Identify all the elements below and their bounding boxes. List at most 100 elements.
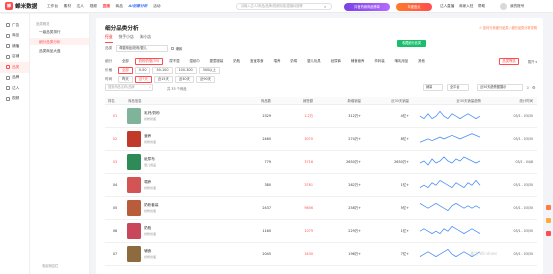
product-name[interactable]: 纸尿布: [144, 157, 156, 162]
filter-chip[interactable]: 近7天: [134, 76, 152, 83]
sub-item-market[interactable]: 品类商品大盘: [30, 45, 89, 55]
filter-chip[interactable]: 全部: [118, 67, 133, 74]
product-thumbnail[interactable]: [127, 222, 141, 239]
sort-select[interactable]: 销量: [423, 84, 443, 91]
filter-chip[interactable]: 尿不湿: [165, 58, 183, 65]
link-merchant[interactable]: 商家入驻: [459, 4, 473, 9]
filter-chip[interactable]: 100-300: [174, 67, 197, 74]
product-name[interactable]: 奶粉套装: [144, 203, 158, 208]
filter-chip[interactable]: 奶瓶: [229, 58, 244, 65]
nav-activity[interactable]: 活动: [153, 4, 160, 9]
filter-chip[interactable]: 全部: [118, 58, 133, 65]
float-feedback-icon[interactable]: [546, 218, 551, 223]
search-icon[interactable]: ⌕: [149, 85, 151, 89]
nav-live[interactable]: 直播: [103, 4, 110, 9]
filter-chip[interactable]: 哺乳用品: [391, 58, 413, 65]
rail-item-goods[interactable]: 商品: [0, 31, 29, 42]
collapse-sidebar-button[interactable]: 收起侧边栏: [42, 263, 58, 268]
product-cell[interactable]: 奶瓶 奶粉奶瓶: [125, 219, 235, 243]
product-thumbnail[interactable]: [127, 199, 141, 216]
nav-workbench[interactable]: 工作台: [47, 4, 58, 9]
product-cell[interactable]: 营养 奶粉奶瓶: [125, 127, 235, 151]
export-icon[interactable]: ⇩: [526, 85, 531, 90]
product-thumbnail[interactable]: [127, 245, 141, 262]
filter-chip[interactable]: 昨天: [118, 76, 133, 83]
rail-item-spread[interactable]: 铺播: [0, 41, 29, 52]
rail-item-video[interactable]: 视频: [0, 94, 29, 105]
rail-item-ads[interactable]: 广告: [0, 20, 29, 31]
filter-chip[interactable]: 喂养: [270, 58, 285, 65]
table-row[interactable]: 03 纸尿布 婴儿用品 779 3716 2650万+ 2650万+ 03/1 …: [105, 150, 537, 174]
filter-chip[interactable]: 奶粉奶瓶(35): [134, 58, 164, 65]
trend-select[interactable]: 近30天趋势图展示: [477, 84, 523, 91]
rail-item-shop[interactable]: 店铺: [0, 52, 29, 63]
filter-chip[interactable]: 近90天: [195, 76, 216, 83]
filter-chip[interactable]: 奶嘴: [286, 58, 301, 65]
user-avatar[interactable]: [500, 3, 507, 10]
nav-goods[interactable]: 商品: [116, 4, 123, 9]
product-name[interactable]: 奶瓶: [144, 226, 156, 231]
rail-item-category[interactable]: 品类: [0, 62, 29, 73]
filter-chip[interactable]: 300以上: [198, 67, 220, 74]
table-row[interactable]: 06 奶瓶 奶粉奶瓶 1160 1079 229万+ 1亿+ 03/1 - 03…: [105, 219, 537, 243]
promo-pill-ranking[interactable]: 抖音热销商品榜单: [344, 2, 390, 11]
sub-item-analysis[interactable]: 细分品类分析: [30, 38, 89, 45]
col-sales-30d[interactable]: 近30天销量: [365, 97, 413, 105]
product-name[interactable]: 喂养: [144, 180, 156, 185]
favorite-category-button[interactable]: 收藏细分品类: [397, 40, 426, 47]
filter-chip[interactable]: 其他: [414, 58, 429, 65]
user-account[interactable]: 我的账号: [510, 4, 524, 9]
table-row[interactable]: 04 喂养 奶粉奶瓶 380 3761 262万+ 1亿+ 03/1 - 03/…: [105, 173, 537, 197]
product-thumbnail[interactable]: [127, 107, 141, 124]
filter-chip[interactable]: 近15天: [153, 76, 173, 83]
promo-pill-annual[interactable]: 年度盘点: [396, 2, 432, 11]
product-name[interactable]: 乳钙/奶粉: [144, 111, 160, 116]
float-service-icon[interactable]: [546, 205, 551, 210]
help-notice-link[interactable]: ① 如何分析细分品类 / 细分品类分析说明: [479, 25, 537, 30]
product-cell[interactable]: 纸尿布 婴儿用品: [125, 150, 235, 174]
filter-chip[interactable]: 宝宝零食: [246, 58, 268, 65]
table-row[interactable]: 02 营养 奶粉奶瓶 2460 3070 274万+ 8亿+ 03/1 - 03…: [105, 127, 537, 151]
table-search-input[interactable]: 搜索商品名称/品牌: [105, 84, 153, 91]
table-row[interactable]: 01 乳钙/奶粉 奶粉奶瓶 2329 1.2万 312万+ 4亿+ 03/1 -…: [105, 104, 537, 128]
filter-chip[interactable]: 0-50: [134, 67, 151, 74]
product-thumbnail[interactable]: [127, 153, 141, 170]
global-search-input[interactable]: 请输入达人/商品/品牌/视频标题/直播标题等: [236, 3, 332, 10]
product-cell[interactable]: 辅食 奶粉奶瓶: [125, 242, 235, 266]
sub-item-ranking[interactable]: 一级品类排行: [30, 26, 89, 36]
brand-logo[interactable]: 蝉 蝉米数据: [5, 2, 47, 10]
link-help[interactable]: 帮助: [478, 4, 485, 9]
product-thumbnail[interactable]: [127, 176, 141, 193]
hot-checkbox[interactable]: [171, 46, 175, 50]
filter-chip[interactable]: 纸尿裤: [327, 58, 345, 65]
category-select[interactable]: 母婴用品/奶粉/婴儿: [116, 45, 169, 52]
nav-material[interactable]: 素材: [64, 4, 71, 9]
filter-chip[interactable]: 湿纸巾: [185, 58, 203, 65]
product-thumbnail[interactable]: [127, 130, 141, 147]
filter-chip[interactable]: 婴童服装: [206, 58, 228, 65]
product-name[interactable]: 辅食: [144, 249, 156, 254]
float-top-icon[interactable]: [546, 231, 551, 236]
product-cell[interactable]: 乳钙/奶粉 奶粉奶瓶: [125, 104, 235, 128]
expand-filters-button[interactable]: 展开 ▾: [528, 59, 537, 64]
filter-chip[interactable]: 孕妈装: [370, 58, 388, 65]
filter-chip[interactable]: 辅食营养: [347, 58, 369, 65]
col-amount[interactable]: 销售额: [275, 97, 317, 105]
table-row[interactable]: 05 奶粉套装 奶粉奶瓶 2437 9856 258万+ 5亿+ 03/1 - …: [105, 196, 537, 220]
category-filter-button[interactable]: 品类筛选: [499, 58, 519, 65]
nav-video[interactable]: 视频: [90, 4, 97, 9]
product-name[interactable]: 营养: [144, 134, 156, 139]
nav-ai-promo[interactable]: AI创意分析: [129, 4, 148, 9]
rail-item-brand[interactable]: 品牌: [0, 73, 29, 84]
search-icon[interactable]: ⌕: [324, 4, 326, 9]
product-cell[interactable]: 喂养 奶粉奶瓶: [125, 173, 235, 197]
product-cell[interactable]: 奶粉套装 奶粉奶瓶: [125, 196, 235, 220]
tab-taobao[interactable]: 淘小店: [140, 34, 151, 43]
tab-kuaishou[interactable]: 快手小店: [119, 34, 134, 43]
filter-chip[interactable]: 婴儿玩具: [303, 58, 325, 65]
tab-industry[interactable]: 行业: [105, 34, 113, 43]
rail-item-talent[interactable]: 达人: [0, 83, 29, 94]
platform-select[interactable]: 全平台: [447, 84, 469, 91]
nav-talent[interactable]: 达人: [77, 4, 84, 9]
filter-chip[interactable]: 50-100: [152, 67, 173, 74]
